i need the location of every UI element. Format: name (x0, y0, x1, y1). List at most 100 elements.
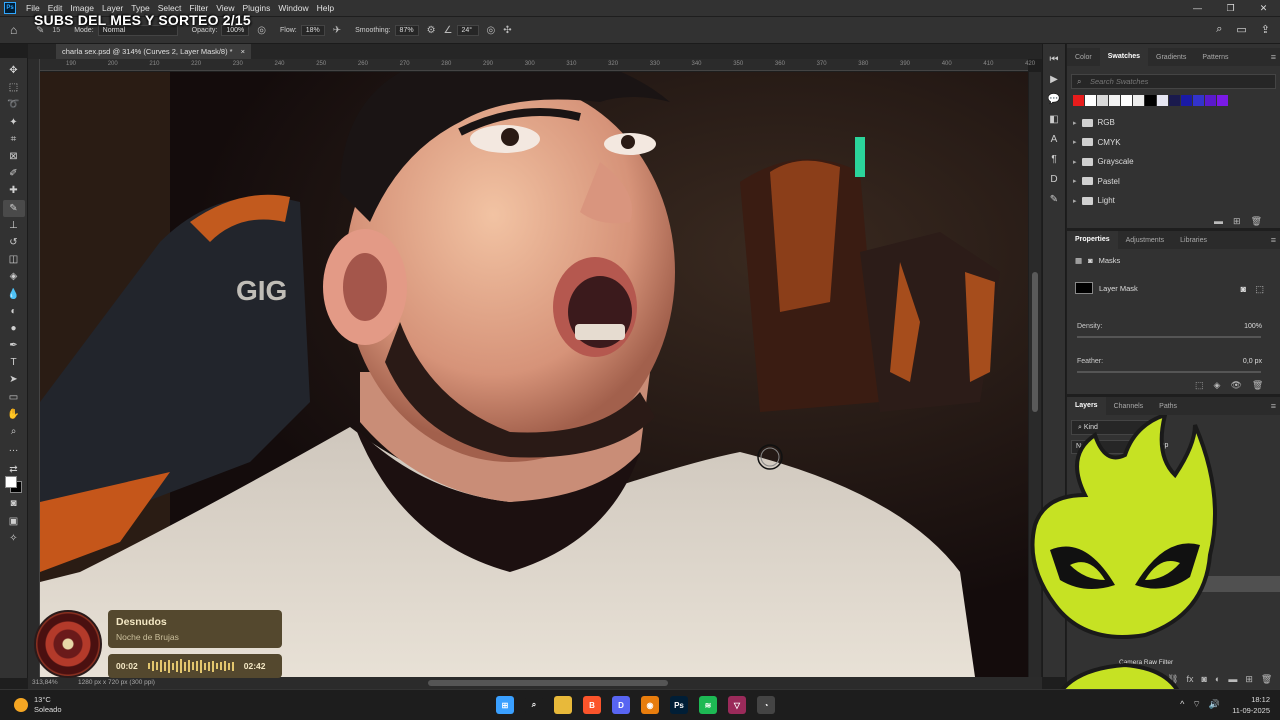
swatches-search-input[interactable]: Search Swatches (1071, 74, 1276, 89)
new-swatch-icon[interactable]: ⊞ (1233, 216, 1241, 227)
chevron-up-icon[interactable]: ^ (1180, 699, 1184, 710)
move-tool-icon[interactable]: ✥ (3, 62, 25, 79)
color-swatch[interactable] (1097, 95, 1108, 106)
eyedropper-tool-icon[interactable]: ✐ (3, 165, 25, 182)
healing-tool-icon[interactable]: ✚ (3, 182, 25, 199)
color-swatch[interactable] (1181, 95, 1192, 106)
document-tab[interactable]: charla sex.psd @ 314% (Curves 2, Layer M… (56, 44, 251, 59)
blur-tool-icon[interactable]: 💧 (3, 285, 25, 302)
clone-stamp-tool-icon[interactable]: ⊥ (3, 217, 25, 234)
delete-swatch-icon[interactable]: 🗑 (1251, 216, 1262, 227)
layers-tab-layers[interactable]: Layers (1067, 397, 1106, 415)
chevron-right-icon[interactable]: ▸ (1073, 177, 1077, 185)
foreground-color-swatch[interactable] (5, 476, 17, 488)
type-tool-icon[interactable]: T (3, 354, 25, 371)
swatch-group-grayscale[interactable]: ▸ Grayscale (1073, 157, 1134, 166)
vertical-scroll-thumb[interactable] (1032, 272, 1038, 412)
density-value[interactable]: 100% (1244, 323, 1262, 330)
brush-tool-icon[interactable]: ✎ (2, 199, 25, 217)
app-circle-icon[interactable]: ◔ (757, 696, 775, 714)
generative-icon[interactable]: ✧ (3, 530, 25, 547)
photoshop-icon[interactable]: Ps (670, 696, 688, 714)
swatches-tab-color[interactable]: Color (1067, 54, 1100, 61)
symmetry-icon[interactable]: ✣ (503, 25, 511, 36)
eraser-tool-icon[interactable]: ◫ (3, 251, 25, 268)
glyphs-panel-icon[interactable]: D (1050, 174, 1057, 185)
menu-help[interactable]: Help (317, 3, 334, 13)
comments-panel-icon[interactable]: 💬 (1048, 94, 1060, 105)
color-swatch[interactable] (1157, 95, 1168, 106)
marquee-tool-icon[interactable]: ⬚ (3, 79, 25, 96)
color-swatch[interactable] (1085, 95, 1096, 106)
sponge-tool-icon[interactable]: ● (3, 320, 25, 337)
add-vector-mask-icon[interactable]: ⬚ (1255, 284, 1264, 295)
properties-tab-adjustments[interactable]: Adjustments (1118, 237, 1173, 244)
chevron-right-icon[interactable]: ▸ (1073, 197, 1077, 205)
delete-layer-icon[interactable]: 🗑 (1261, 674, 1272, 685)
home-icon[interactable]: ⌂ (10, 23, 28, 37)
swatches-tab-patterns[interactable]: Patterns (1194, 54, 1236, 61)
chevron-right-icon[interactable]: ▸ (1073, 119, 1077, 127)
pressure-size-icon[interactable]: ◎ (487, 25, 496, 36)
swatches-tab-swatches[interactable]: Swatches (1099, 48, 1149, 66)
smoothing-settings-icon[interactable]: ⚙ (427, 25, 436, 36)
color-swatch[interactable] (1145, 95, 1156, 106)
chevron-right-icon[interactable]: ▸ (1073, 158, 1077, 166)
dodge-tool-icon[interactable]: ◐ (3, 303, 25, 320)
hand-tool-icon[interactable]: ✋ (3, 406, 25, 423)
weather-widget[interactable]: 13°C Soleado (14, 695, 62, 715)
character-panel-icon[interactable]: A (1051, 134, 1058, 145)
actions-panel-icon[interactable]: ▶ (1050, 74, 1058, 85)
paint-bucket-tool-icon[interactable]: ◈ (3, 268, 25, 285)
angle-input[interactable]: 24° (456, 24, 479, 36)
swatch-group-cmyk[interactable]: ▸ CMYK (1073, 138, 1121, 147)
swatches-menu-icon[interactable]: ≡ (1271, 52, 1276, 62)
color-swatch[interactable] (1217, 95, 1228, 106)
workspace-icon[interactable]: ▭ (1236, 23, 1246, 36)
history-panel-icon[interactable]: ⏮ (1050, 54, 1059, 65)
magic-wand-tool-icon[interactable]: ✦ (3, 114, 25, 131)
color-swatch[interactable] (1169, 95, 1180, 106)
flow-input[interactable]: 18% (300, 24, 325, 36)
minimize-icon[interactable]: — (1181, 0, 1214, 16)
layers-tab-channels[interactable]: Channels (1106, 403, 1152, 410)
properties-tab-libraries[interactable]: Libraries (1172, 237, 1215, 244)
chevron-right-icon[interactable]: ▸ (1073, 138, 1077, 146)
color-swatch[interactable] (1193, 95, 1204, 106)
discord-icon[interactable]: D (612, 696, 630, 714)
document-canvas[interactable]: GIG (40, 72, 1028, 677)
properties-menu-icon[interactable]: ≡ (1271, 235, 1276, 245)
new-group-icon[interactable]: ▬ (1228, 674, 1237, 685)
frame-tool-icon[interactable]: ⊠ (3, 148, 25, 165)
close-icon[interactable]: ✕ (1247, 0, 1280, 16)
document-dimensions[interactable]: 1280 px x 720 px (300 ppi) (78, 679, 155, 686)
quick-mask-icon[interactable]: ◙ (3, 495, 25, 512)
search-icon[interactable]: ⌕ (525, 696, 543, 714)
density-slider[interactable] (1077, 336, 1261, 338)
brave-icon[interactable]: B (583, 696, 601, 714)
history-brush-tool-icon[interactable]: ↺ (3, 234, 25, 251)
screen-mode-icon[interactable]: ▣ (3, 513, 25, 530)
blender-icon[interactable]: ◉ (641, 696, 659, 714)
new-group-icon[interactable]: ▬ (1214, 216, 1223, 227)
network-icon[interactable]: ⌔ (1192, 699, 1200, 710)
airbrush-icon[interactable]: ✈ (333, 25, 341, 36)
feather-value[interactable]: 0,0 px (1243, 358, 1262, 365)
paragraph-panel-icon[interactable]: ¶ (1051, 154, 1056, 165)
rectangle-tool-icon[interactable]: ▭ (3, 389, 25, 406)
app-pink-icon[interactable]: ▽ (728, 696, 746, 714)
apply-mask-icon[interactable]: ◈ (1214, 380, 1221, 391)
swatch-group-light[interactable]: ▸ Light (1073, 196, 1115, 205)
zoom-tool-icon[interactable]: ⌕ (3, 423, 25, 440)
adjustments-panel-icon[interactable]: ◧ (1049, 114, 1058, 125)
color-swatch[interactable] (1109, 95, 1120, 106)
properties-tab-properties[interactable]: Properties (1067, 231, 1118, 249)
load-selection-icon[interactable]: ⬚ (1195, 380, 1204, 391)
new-layer-icon[interactable]: ⊞ (1245, 674, 1253, 685)
spotify-icon[interactable]: ≋ (699, 696, 717, 714)
system-clock[interactable]: 18:12 11-09-2025 (1232, 694, 1270, 716)
delete-mask-icon[interactable]: 🗑 (1252, 380, 1263, 391)
add-pixel-mask-icon[interactable]: ◙ (1241, 284, 1246, 294)
smoothing-input[interactable]: 87% (394, 24, 419, 36)
layers-menu-icon[interactable]: ≡ (1271, 401, 1276, 411)
